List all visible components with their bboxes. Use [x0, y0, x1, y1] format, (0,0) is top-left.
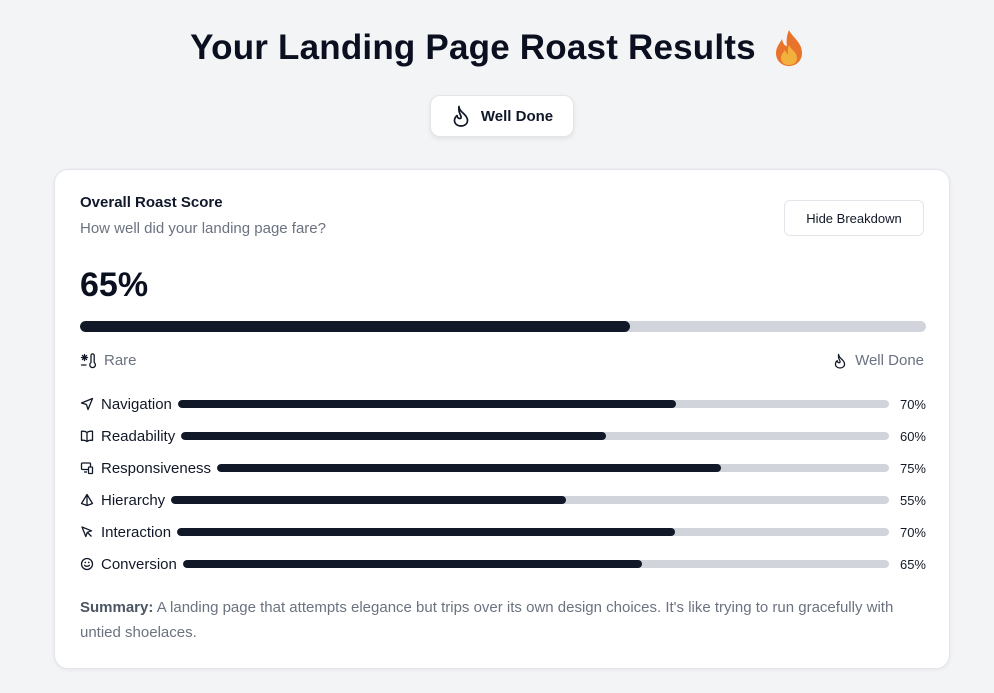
overall-score-bar [80, 321, 926, 332]
metric-value: 55% [899, 492, 926, 508]
metric-row-navigation: Navigation 70% [80, 394, 926, 414]
metric-value: 75% [899, 460, 926, 476]
summary-label: Summary: [80, 599, 154, 616]
roast-level-badge: Well Done [430, 95, 574, 137]
metric-bar [182, 560, 889, 568]
metric-bar-fill [217, 464, 722, 472]
metric-row-readability: Readability 60% [80, 426, 926, 446]
devices-icon [80, 461, 94, 475]
metric-bar-fill [181, 432, 606, 440]
book-open-icon [80, 429, 94, 443]
scale-max: Well Done [833, 352, 924, 369]
overall-score-bar-fill [80, 321, 630, 332]
smile-icon [80, 557, 94, 571]
roast-score-card: Overall Roast Score How well did your la… [54, 169, 950, 669]
metric-label: Readability [101, 427, 176, 445]
flame-icon [451, 105, 471, 127]
hide-breakdown-button[interactable]: Hide Breakdown [784, 200, 924, 236]
metric-value: 60% [899, 428, 926, 444]
summary: Summary: A landing page that attempts el… [80, 595, 926, 645]
flame-icon [833, 353, 847, 369]
metric-bar-fill [177, 528, 676, 536]
scale-max-label: Well Done [855, 352, 924, 369]
fire-emoji-icon [774, 29, 804, 67]
scale-min-label: Rare [104, 352, 137, 369]
metric-bar [177, 400, 889, 408]
roast-level-label: Well Done [480, 107, 554, 125]
scale-min: Rare [80, 352, 137, 369]
overall-score: 65% [80, 266, 149, 304]
summary-text: A landing page that attempts elegance bu… [80, 599, 894, 641]
metric-value: 70% [899, 524, 926, 540]
title-row: Your Landing Page Roast Results [0, 28, 994, 68]
mouse-pointer-icon [80, 525, 94, 539]
metric-value: 65% [899, 556, 926, 572]
metric-bar [171, 496, 889, 504]
page-title: Your Landing Page Roast Results [190, 28, 756, 67]
thermometer-snowflake-icon [80, 352, 96, 369]
metric-bar [217, 464, 889, 472]
metric-value: 70% [899, 396, 926, 412]
metric-label: Interaction [101, 523, 172, 541]
metric-bar [177, 528, 889, 536]
metric-label: Responsiveness [101, 459, 212, 477]
navigation-arrow-icon [80, 397, 94, 411]
metric-bar-fill [177, 400, 676, 408]
card-subtitle: How well did your landing page fare? [80, 220, 326, 237]
metric-bar-fill [182, 560, 642, 568]
metric-row-responsiveness: Responsiveness 75% [80, 458, 926, 478]
metric-row-conversion: Conversion 65% [80, 554, 926, 574]
metric-label: Navigation [101, 395, 172, 413]
metric-label: Conversion [101, 555, 177, 573]
card-title: Overall Roast Score [80, 194, 223, 211]
metric-row-interaction: Interaction 70% [80, 522, 926, 542]
metric-bar [181, 432, 889, 440]
metric-label: Hierarchy [101, 491, 166, 509]
metric-bar-fill [171, 496, 566, 504]
pyramid-icon [80, 493, 94, 507]
metric-row-hierarchy: Hierarchy 55% [80, 490, 926, 510]
